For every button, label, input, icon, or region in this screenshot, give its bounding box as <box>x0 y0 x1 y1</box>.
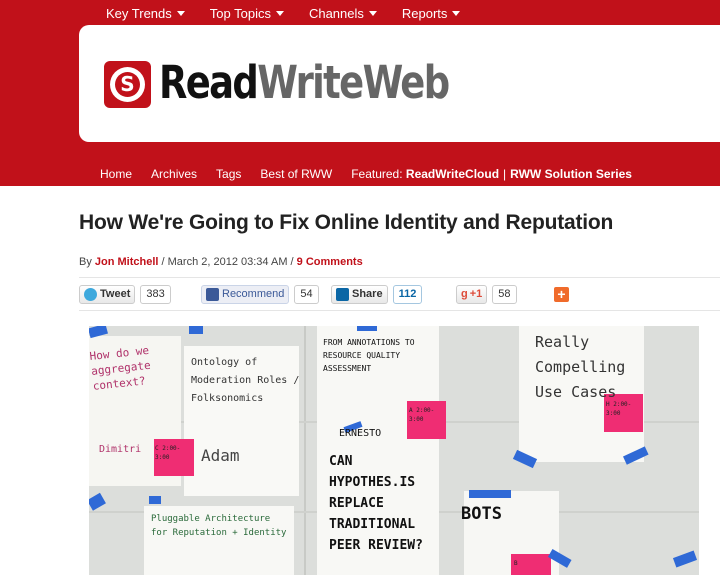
article-photo: How do we aggregate context? Ontology of… <box>89 326 699 575</box>
logo-panel: S ReadWriteWeb <box>79 25 720 142</box>
subnav-tags[interactable]: Tags <box>216 167 241 181</box>
subnav-home[interactable]: Home <box>100 167 132 181</box>
note-ernesto: ERNESTO <box>339 428 382 439</box>
subnav-archives[interactable]: Archives <box>151 167 197 181</box>
page: Key Trends Top Topics Channels Reports S… <box>0 0 720 575</box>
facebook-icon <box>206 287 219 301</box>
divider <box>79 310 720 311</box>
subnav-best-of-rww[interactable]: Best of RWW <box>260 167 332 181</box>
recommend-button[interactable]: Recommend <box>201 284 290 304</box>
comments-link[interactable]: 9 Comments <box>297 256 363 268</box>
author-link[interactable]: Jon Mitchell <box>95 256 159 268</box>
nav-reports[interactable]: Reports <box>402 6 461 21</box>
post-date: / March 2, 2012 03:34 AM / <box>161 256 294 268</box>
logo-web: Web <box>362 56 451 109</box>
nav-label: Channels <box>308 6 364 21</box>
sticky-b: B <box>514 560 518 567</box>
note-bots: BOTS <box>461 504 502 524</box>
twitter-bird-icon <box>84 287 97 301</box>
note-peer-review: CAN HYPOTHES.IS REPLACE TRADITIONAL PEER… <box>329 454 423 553</box>
chevron-down-icon <box>368 11 377 16</box>
nav-label: Reports <box>401 6 448 21</box>
nav-label: Top Topics <box>209 6 271 21</box>
tweet-widget: Tweet 383 <box>79 284 171 304</box>
sticky-h: H 2:00-3:00 <box>606 401 632 417</box>
recommend-label: Recommend <box>222 288 285 300</box>
site-header: Key Trends Top Topics Channels Reports S… <box>0 0 720 186</box>
nav-channels[interactable]: Channels <box>309 6 377 21</box>
tweet-label: Tweet <box>100 288 131 300</box>
featured-separator: | <box>503 167 507 181</box>
byline-by: By <box>79 256 92 268</box>
article-title[interactable]: How We're Going to Fix Online Identity a… <box>79 211 613 235</box>
plus-one-count: 58 <box>492 284 517 304</box>
chevron-down-icon <box>275 11 284 16</box>
chevron-down-icon <box>452 11 461 16</box>
logo-icon[interactable]: S <box>104 61 151 108</box>
tweet-button[interactable]: Tweet <box>79 284 136 304</box>
nav-label: Key Trends <box>106 6 172 21</box>
note-pluggable-architecture: Pluggable Architecture for Reputation + … <box>151 514 287 538</box>
logo-read: Read <box>159 56 259 109</box>
tweet-count: 383 <box>140 284 171 304</box>
linkedin-share-label: Share <box>352 288 383 300</box>
note-use-cases: Really Compelling Use Cases <box>535 333 626 401</box>
site-logo[interactable]: ReadWriteWeb <box>159 55 451 111</box>
linkedin-icon <box>336 287 349 301</box>
recommend-count: 54 <box>294 284 319 304</box>
nav-top-topics[interactable]: Top Topics <box>210 6 284 21</box>
facebook-widget: Recommend 54 <box>201 284 319 304</box>
featured-readwritecloud[interactable]: ReadWriteCloud <box>406 167 499 181</box>
byline: By Jon Mitchell / March 2, 2012 03:34 AM… <box>79 256 363 268</box>
note-dimitri: Dimitri <box>99 444 142 455</box>
sticky-a: A 2:00-3:00 <box>409 407 435 423</box>
note-annotations: FROM ANNOTATIONS TO RESOURCE QUALITY ASS… <box>323 338 415 373</box>
linkedin-widget: Share 112 <box>331 284 423 304</box>
note-ontology: Ontology of Moderation Roles / Folksonom… <box>191 357 300 404</box>
top-nav: Key Trends Top Topics Channels Reports <box>106 6 485 21</box>
sub-nav: Home Archives Tags Best of RWW Featured:… <box>100 167 632 181</box>
logo-write: Write <box>257 56 364 109</box>
plus-one-label: +1 <box>469 288 483 300</box>
divider <box>79 277 720 278</box>
chevron-down-icon <box>176 11 185 16</box>
nav-key-trends[interactable]: Key Trends <box>106 6 185 21</box>
linkedin-count: 112 <box>392 284 423 304</box>
featured-label: Featured: <box>351 167 403 181</box>
featured-rww-solution-series[interactable]: RWW Solution Series <box>510 167 632 181</box>
linkedin-share-button[interactable]: Share <box>331 284 388 304</box>
plus-one-button[interactable]: g +1 <box>456 284 488 304</box>
share-more-button[interactable]: + <box>554 287 569 302</box>
note-adam: Adam <box>201 446 240 465</box>
google-plus-widget: g +1 58 <box>456 284 517 304</box>
sticky-c: C 2:00-3:00 <box>155 445 181 461</box>
google-plus-icon: g <box>461 288 468 300</box>
